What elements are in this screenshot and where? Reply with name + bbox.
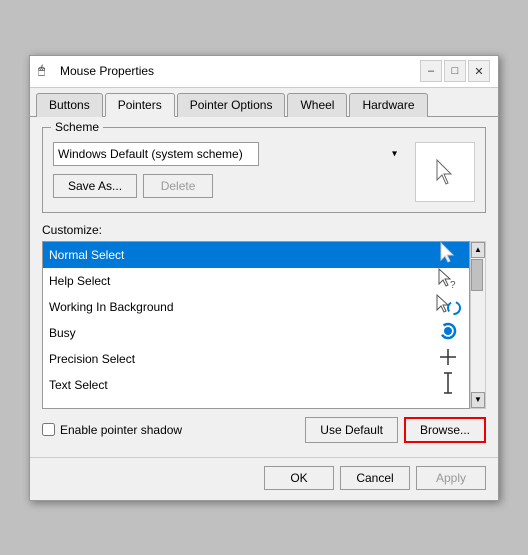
window-title: Mouse Properties: [60, 64, 154, 78]
text-select-icon: [433, 372, 463, 397]
bottom-row: Enable pointer shadow Use Default Browse…: [42, 417, 486, 443]
save-as-button[interactable]: Save As...: [53, 174, 137, 198]
cursor-item-help-select[interactable]: Help Select ?: [43, 268, 469, 294]
title-controls: – □ ✕: [420, 60, 490, 82]
tab-pointer-options[interactable]: Pointer Options: [177, 93, 286, 117]
scheme-preview: [415, 142, 475, 202]
maximize-button[interactable]: □: [444, 60, 466, 82]
cursor-list-wrapper: Normal Select Help Select ?: [42, 241, 486, 409]
mouse-properties-window: 🖱 Mouse Properties – □ ✕ Buttons Pointer…: [29, 55, 499, 501]
close-button[interactable]: ✕: [468, 60, 490, 82]
title-bar-left: 🖱 Mouse Properties: [38, 63, 154, 79]
scheme-group-label: Scheme: [51, 120, 103, 134]
tab-content: Scheme Windows Default (system scheme) W…: [30, 117, 498, 453]
scroll-thumb[interactable]: [471, 259, 483, 291]
scheme-select-wrapper: Windows Default (system scheme) Windows …: [53, 142, 403, 166]
browse-button[interactable]: Browse...: [404, 417, 486, 443]
cursor-item-normal-select[interactable]: Normal Select: [43, 242, 469, 268]
cursor-item-label: Working In Background: [49, 300, 174, 314]
cancel-button[interactable]: Cancel: [340, 466, 410, 490]
tab-pointers[interactable]: Pointers: [105, 93, 175, 117]
shadow-checkbox-label[interactable]: Enable pointer shadow: [42, 423, 182, 437]
cursor-list[interactable]: Normal Select Help Select ?: [42, 241, 470, 409]
dialog-buttons: OK Cancel Apply: [30, 457, 498, 500]
working-bg-icon: [433, 294, 463, 319]
scheme-group: Scheme Windows Default (system scheme) W…: [42, 127, 486, 213]
scroll-track: [471, 258, 485, 392]
bottom-buttons: Use Default Browse...: [305, 417, 486, 443]
title-bar: 🖱 Mouse Properties – □ ✕: [30, 56, 498, 88]
cursor-item-label: Normal Select: [49, 248, 124, 262]
shadow-checkbox[interactable]: [42, 423, 55, 436]
customize-label: Customize:: [42, 223, 486, 237]
tab-wheel[interactable]: Wheel: [287, 93, 347, 117]
scroll-up-arrow[interactable]: ▲: [471, 242, 485, 258]
window-icon: 🖱: [38, 63, 54, 79]
busy-icon: [433, 321, 463, 344]
cursor-item-busy[interactable]: Busy: [43, 320, 469, 346]
cursor-item-label: Help Select: [49, 274, 110, 288]
ok-button[interactable]: OK: [264, 466, 334, 490]
precision-select-icon: [433, 347, 463, 370]
cursor-preview-icon: [433, 158, 457, 186]
minimize-button[interactable]: –: [420, 60, 442, 82]
tab-hardware[interactable]: Hardware: [349, 93, 427, 117]
scheme-dropdown[interactable]: Windows Default (system scheme) Windows …: [53, 142, 259, 166]
apply-button[interactable]: Apply: [416, 466, 486, 490]
normal-select-icon: [433, 242, 463, 267]
cursor-item-text-select[interactable]: Text Select: [43, 372, 469, 398]
cursor-item-label: Text Select: [49, 378, 108, 392]
tab-buttons[interactable]: Buttons: [36, 93, 103, 117]
cursor-item-label: Precision Select: [49, 352, 135, 366]
scroll-down-arrow[interactable]: ▼: [471, 392, 485, 408]
delete-button[interactable]: Delete: [143, 174, 213, 198]
svg-text:?: ?: [450, 280, 456, 290]
use-default-button[interactable]: Use Default: [305, 417, 398, 443]
shadow-label-text: Enable pointer shadow: [60, 423, 182, 437]
cursor-item-label: Busy: [49, 326, 76, 340]
tab-bar: Buttons Pointers Pointer Options Wheel H…: [30, 88, 498, 117]
cursor-item-precision[interactable]: Precision Select: [43, 346, 469, 372]
scrollbar[interactable]: ▲ ▼: [470, 241, 486, 409]
cursor-item-working-bg[interactable]: Working In Background: [43, 294, 469, 320]
help-select-icon: ?: [433, 268, 463, 293]
